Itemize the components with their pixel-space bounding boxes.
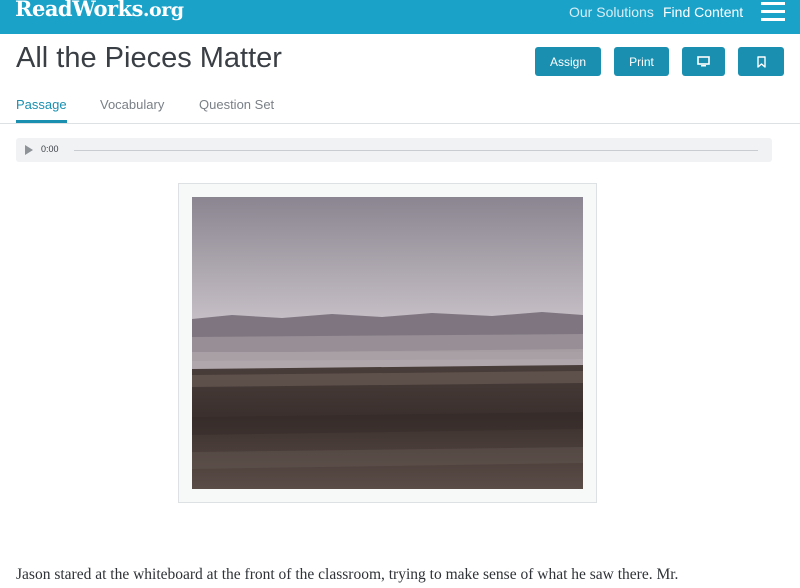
nav-our-solutions[interactable]: Our Solutions xyxy=(569,4,654,20)
top-navigation-bar: ReadWorks.org Our Solutions Find Content xyxy=(0,0,800,34)
audio-time: 0:00 xyxy=(41,144,59,154)
assign-button[interactable]: Assign xyxy=(535,47,601,76)
tab-divider xyxy=(0,123,800,124)
play-icon[interactable] xyxy=(25,145,33,155)
passage-text: Jason stared at the whiteboard at the fr… xyxy=(16,566,679,583)
passage-figure xyxy=(178,183,597,503)
readworks-logo[interactable]: ReadWorks.org xyxy=(15,0,184,21)
bookmark-icon xyxy=(756,55,766,68)
hamburger-menu-icon[interactable] xyxy=(761,2,785,22)
audio-player: 0:00 xyxy=(16,138,772,162)
logo-tld: .org xyxy=(142,0,184,21)
tab-question-set[interactable]: Question Set xyxy=(199,97,274,112)
bookmark-button[interactable] xyxy=(738,47,784,76)
logo-main: ReadWorks xyxy=(15,0,143,21)
tab-vocabulary[interactable]: Vocabulary xyxy=(100,97,164,112)
present-button[interactable] xyxy=(682,47,725,76)
page-title: All the Pieces Matter xyxy=(16,42,282,74)
nav-find-content[interactable]: Find Content xyxy=(663,4,743,20)
print-button[interactable]: Print xyxy=(614,47,669,76)
desert-landscape-photo xyxy=(192,197,583,489)
monitor-icon xyxy=(697,56,710,67)
audio-progress-track[interactable] xyxy=(74,150,758,151)
tab-passage[interactable]: Passage xyxy=(16,97,67,112)
